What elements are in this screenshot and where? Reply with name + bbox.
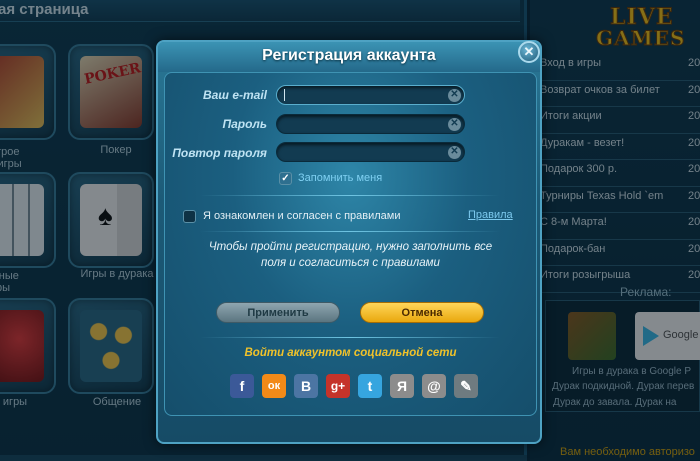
password-field[interactable]: ✕ [276,114,465,134]
clear-icon[interactable]: ✕ [448,89,461,102]
agree-rules-checkbox[interactable] [183,210,196,223]
agree-rules-label[interactable]: Я ознакомлен и согласен с правилами [203,210,401,222]
vkontakte-icon[interactable]: B [294,374,318,398]
clear-icon[interactable]: ✕ [448,146,461,159]
repeat-password-label: Повтор пароля [172,146,267,160]
divider [200,195,500,196]
password-label: Пароль [222,117,267,131]
yandex-icon[interactable]: Я [390,374,414,398]
cancel-button[interactable]: Отмена [360,302,484,323]
repeat-password-field[interactable]: ✕ [276,142,465,162]
remember-me-label[interactable]: Запомнить меня [298,172,382,184]
social-login-title: Войти аккаунтом социальной сети [244,347,457,359]
odnoklassniki-icon[interactable]: ок [262,374,286,398]
apply-button[interactable]: Применить [216,302,340,323]
clear-icon[interactable]: ✕ [448,118,461,131]
mail-icon[interactable]: @ [422,374,446,398]
dialog-title: Регистрация аккаунта [158,42,540,72]
remember-me-checkbox[interactable]: ✓ [279,172,292,185]
divider [200,337,500,338]
email-field[interactable]: ✕ [276,85,465,105]
email-label: Ваш e-mail [202,88,267,102]
divider [200,231,500,232]
google-plus-icon[interactable]: g+ [326,374,350,398]
twitter-icon[interactable]: t [358,374,382,398]
registration-hint: Чтобы пройти регистрацию, нужно заполнит… [208,241,493,269]
livejournal-icon[interactable]: ✎ [454,374,478,398]
rules-link[interactable]: Правила [468,209,513,221]
close-icon: ✕ [523,44,535,59]
facebook-icon[interactable]: f [230,374,254,398]
close-button[interactable]: ✕ [518,41,540,63]
